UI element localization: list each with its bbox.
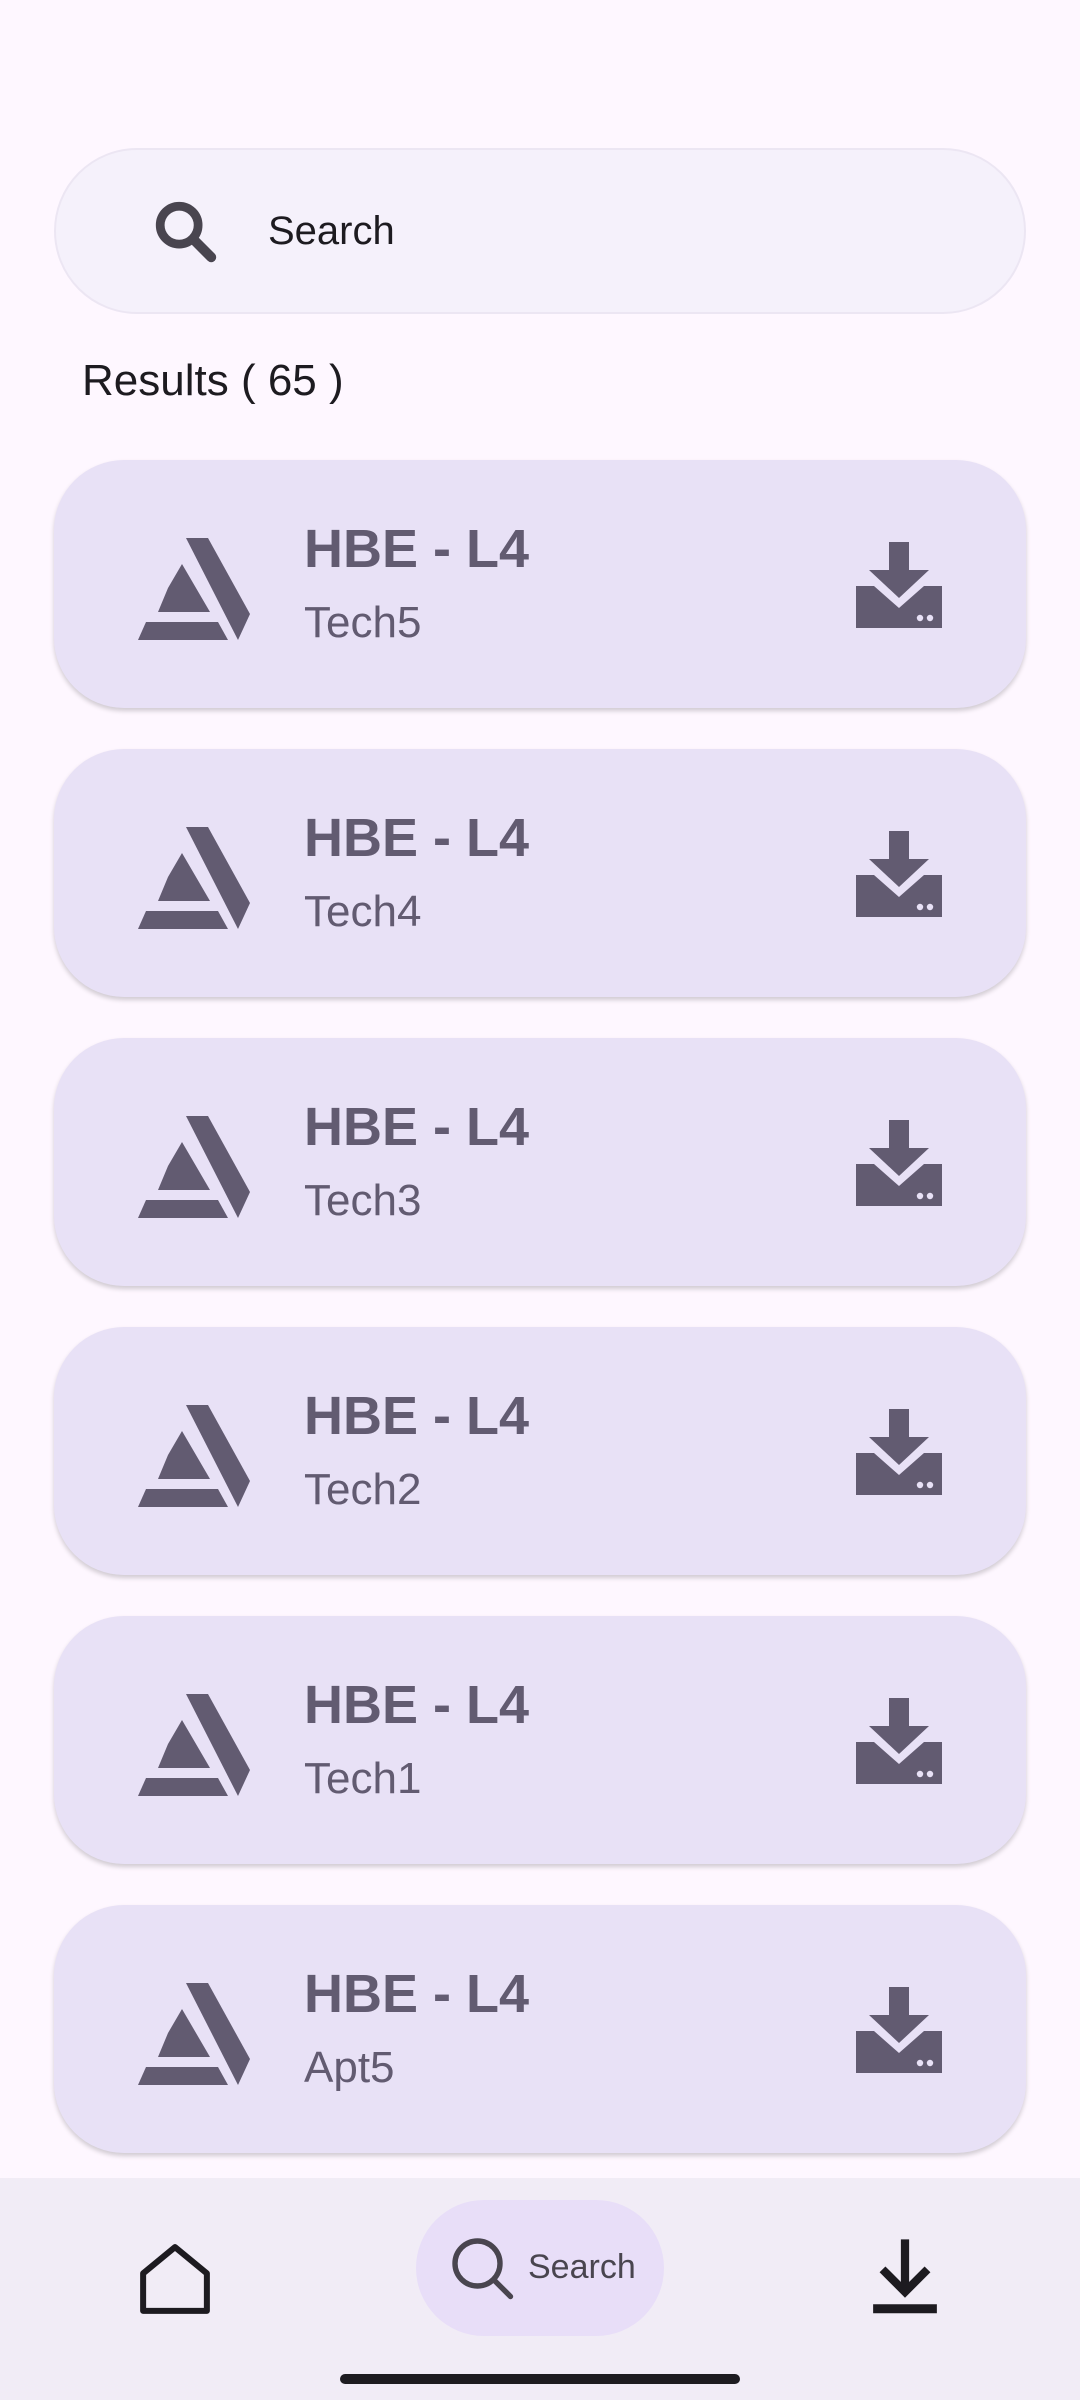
- bottom-navigation: Search: [0, 2178, 1080, 2400]
- item-title: HBE - L4: [304, 1964, 530, 2024]
- list-item[interactable]: HBE - L4 Tech5: [54, 460, 1026, 708]
- item-title: HBE - L4: [304, 519, 530, 579]
- item-subtitle: Apt5: [304, 2043, 395, 2092]
- item-subtitle: Tech5: [304, 598, 422, 647]
- gesture-handle[interactable]: [340, 2374, 740, 2384]
- download-icon[interactable]: [860, 2230, 950, 2320]
- results-list: HBE - L4 Tech5 HBE - L4 Tech4 HBE - L4 T…: [54, 460, 1026, 2194]
- search-input[interactable]: [268, 191, 968, 271]
- status-bar: [0, 0, 1080, 100]
- artstation-logo-icon: [138, 538, 250, 640]
- nav-search-label: Search: [528, 2248, 636, 2286]
- list-item[interactable]: HBE - L4 Tech4: [54, 749, 1026, 997]
- artstation-logo-icon: [138, 1116, 250, 1218]
- nav-search-tab[interactable]: Search: [416, 2200, 664, 2336]
- artstation-logo-icon: [138, 1405, 250, 1507]
- item-subtitle: Tech2: [304, 1465, 422, 1514]
- download-icon[interactable]: [856, 1987, 942, 2073]
- item-title: HBE - L4: [304, 808, 530, 868]
- search-icon: [452, 2238, 514, 2300]
- item-title: HBE - L4: [304, 1097, 530, 1157]
- download-icon[interactable]: [856, 1120, 942, 1206]
- search-bar[interactable]: [54, 148, 1026, 314]
- download-icon[interactable]: [856, 542, 942, 628]
- item-title: HBE - L4: [304, 1675, 530, 1735]
- download-icon[interactable]: [856, 1409, 942, 1495]
- list-item[interactable]: HBE - L4 Tech3: [54, 1038, 1026, 1286]
- list-item[interactable]: HBE - L4 Tech2: [54, 1327, 1026, 1575]
- item-subtitle: Tech3: [304, 1176, 422, 1225]
- results-count: Results ( 65 ): [82, 356, 344, 405]
- list-item[interactable]: HBE - L4 Tech1: [54, 1616, 1026, 1864]
- item-subtitle: Tech1: [304, 1754, 422, 1803]
- download-icon[interactable]: [856, 1698, 942, 1784]
- list-item[interactable]: HBE - L4 Apt5: [54, 1905, 1026, 2153]
- artstation-logo-icon: [138, 1983, 250, 2085]
- item-title: HBE - L4: [304, 1386, 530, 1446]
- artstation-logo-icon: [138, 1694, 250, 1796]
- download-icon[interactable]: [856, 831, 942, 917]
- item-subtitle: Tech4: [304, 887, 422, 936]
- home-icon[interactable]: [130, 2234, 220, 2324]
- artstation-logo-icon: [138, 827, 250, 929]
- search-icon: [155, 201, 217, 263]
